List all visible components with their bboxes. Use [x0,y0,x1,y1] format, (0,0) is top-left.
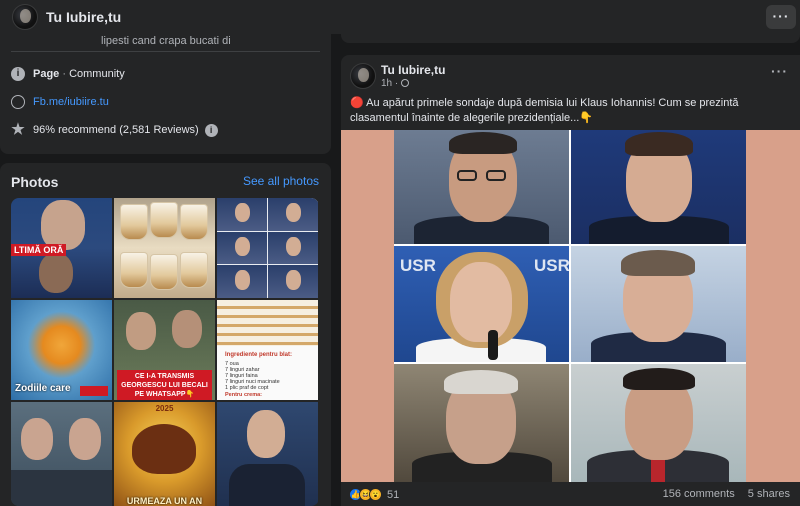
photos-card: Photos See all photos LTIMĂ ORĂ Zodiile … [0,163,331,506]
candidate-photo [571,364,746,482]
photos-grid: LTIMĂ ORĂ Zodiile care CE I-A TRANSMIS G… [11,198,319,506]
candidate-photo [394,364,569,482]
photo-thumbnail[interactable] [217,198,318,298]
photo-thumbnail[interactable] [217,402,318,506]
info-icon[interactable]: i [204,123,218,137]
post-time-text: 1h · [381,78,402,89]
photo-caption: 2025 [155,404,174,413]
page-header-bar: Tu Iubire,tu ··· [0,0,800,34]
post-card: Tu Iubire,tu 1h · ··· 🔴 Au apărut primel… [341,55,800,506]
page-category: Community [69,68,125,80]
more-options-button[interactable]: ··· [766,5,796,29]
post-stats: 156 comments 5 shares [653,488,790,500]
photo-caption: Zodiile care [15,383,71,394]
party-logo-text: USR [400,256,436,275]
post-footer: 👍 😆 😮 51 156 comments 5 shares [341,482,800,506]
candidate-photo [571,130,746,244]
reaction-count: 51 [387,488,400,501]
post-timestamp[interactable]: 1h · [381,78,410,89]
info-icon: i [11,67,25,81]
recipe-line: Pentru crema: [225,392,262,398]
photo-thumbnail[interactable]: Ingrediente pentru blat: 7 oua 7 linguri… [217,300,318,400]
website-link[interactable]: Fb.me/iubiire.tu [33,96,109,108]
separator: · [59,68,70,80]
photo-thumbnail[interactable] [114,198,215,298]
globe-icon [401,79,410,87]
star-icon: ★ [11,121,25,138]
see-all-photos-link[interactable]: See all photos [243,174,319,188]
photo-caption: LTIMĂ ORĂ [11,244,67,256]
wow-reaction-icon: 😮 [369,488,382,501]
recommend-text[interactable]: 96% recommend (2,581 Reviews) [33,124,199,136]
photo-thumbnail[interactable]: 2025 URMEAZA UN AN [114,402,215,506]
party-logo-text: USR [534,256,569,275]
previous-post-bottom [341,34,800,43]
page-type-label: Page [33,68,60,80]
candidates-collage: USR USR [394,130,746,482]
page-type-row: i Page · Community [11,65,125,83]
reactions-summary[interactable]: 👍 😆 😮 51 [349,488,399,501]
recommend-row: ★ 96% recommend (2,581 Reviews) i [11,121,218,139]
post-text: 🔴 Au apărut primele sondaje după demisia… [350,97,739,124]
post-image[interactable]: USR USR [341,130,800,482]
shares-count-link[interactable]: 5 shares [748,488,790,500]
website-row: Fb.me/iubiire.tu [11,93,109,111]
post-author-avatar[interactable] [350,63,376,89]
comments-count-link[interactable]: 156 comments [663,488,735,500]
photo-thumbnail[interactable]: LTIMĂ ORĂ [11,198,112,298]
photo-thumbnail[interactable]: Zodiile care [11,300,112,400]
recipe-title: Ingrediente pentru blat: [225,352,293,358]
photo-thumbnail[interactable] [11,402,112,506]
page-name[interactable]: Tu Iubire,tu [46,9,121,25]
post-author-name[interactable]: Tu Iubire,tu [381,63,445,77]
page-avatar[interactable] [12,4,38,30]
photo-caption: URMEAZA UN AN [126,496,203,506]
globe-icon [11,95,25,109]
photos-title: Photos [11,174,59,190]
candidate-photo [394,130,569,244]
intro-bio-text: lipesti cand crapa bucati di [101,35,231,47]
photo-thumbnail[interactable]: CE I-A TRANSMIS GEORGESCU LUI BECALI PE … [114,300,215,400]
post-more-button[interactable]: ··· [771,63,788,79]
divider [11,51,320,52]
candidate-photo [571,246,746,362]
photo-caption: CE I-A TRANSMIS GEORGESCU LUI BECALI PE … [117,370,212,400]
intro-card: lipesti cand crapa bucati di i Page · Co… [0,34,331,154]
candidate-photo: USR USR [394,246,569,362]
recipe-line: 1 plic praf de copt [225,385,269,391]
